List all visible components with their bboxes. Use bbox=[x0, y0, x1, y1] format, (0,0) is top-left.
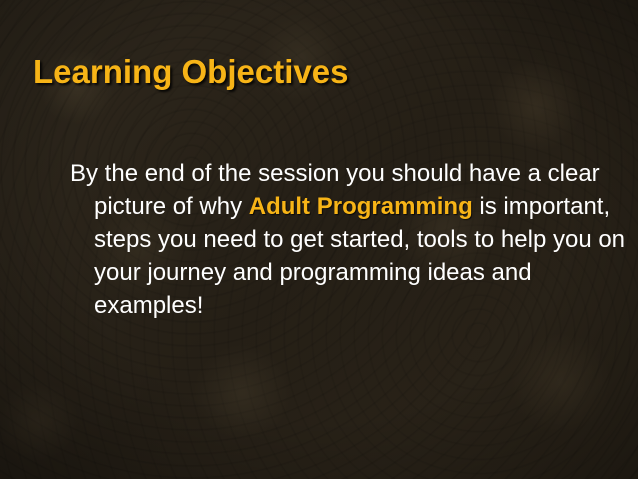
adult-programming-highlight: Adult Programming bbox=[248, 193, 473, 220]
slide-background: Learning Objectives By the end of the se… bbox=[0, 0, 638, 479]
objective-paragraph: By the end of the session you should hav… bbox=[70, 157, 634, 322]
slide-title: Learning Objectives bbox=[33, 53, 349, 90]
